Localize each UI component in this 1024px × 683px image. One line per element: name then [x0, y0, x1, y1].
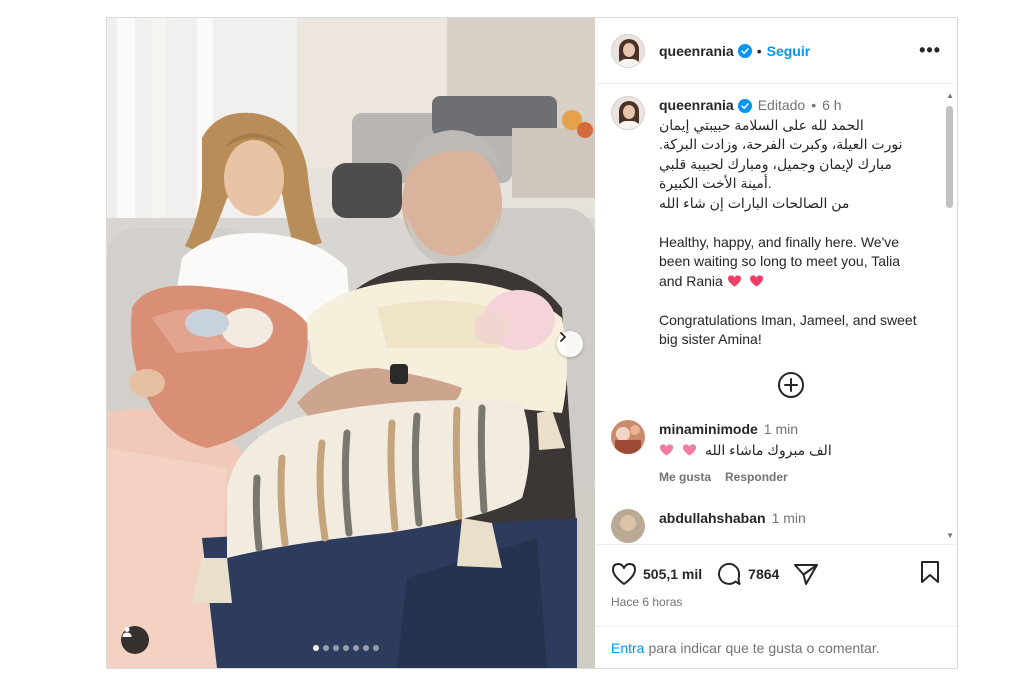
- caption-line: نورت العيلة، وكبرت الفرحة، وزادت البركة.: [659, 136, 903, 152]
- comment-text-row: الف مبروك ماشاء الله: [659, 441, 832, 460]
- carousel-dot[interactable]: [333, 645, 339, 651]
- load-more-comments-button[interactable]: [778, 371, 804, 398]
- caption-author-username[interactable]: queenrania: [659, 96, 734, 116]
- caption-line: من الصالحات البارات إن شاء الله: [659, 194, 850, 211]
- login-prompt: Entra para indicar que te gusta o coment…: [595, 626, 957, 668]
- comment-icon: [718, 562, 741, 585]
- add-comments-icon: [784, 377, 798, 392]
- comment-time: 1 min: [771, 509, 806, 526]
- edited-label: Editado: [757, 97, 806, 113]
- author-username[interactable]: queenrania: [659, 43, 734, 59]
- post-photo[interactable]: [107, 18, 595, 668]
- caption-line: الحمد لله على السلامة حبيبتي إيمان: [659, 116, 864, 133]
- like-button[interactable]: [611, 562, 637, 586]
- comments-scrollbar-thumb[interactable]: [946, 106, 953, 208]
- verified-badge-icon: [737, 98, 752, 113]
- comment-button[interactable]: [716, 561, 742, 587]
- comment-item: minaminimode 1 min الف مبروك ماشاء الله M…: [611, 419, 941, 487]
- comments-count[interactable]: 7864: [748, 566, 779, 582]
- caption: queenrania Editado • 6 h الحمد لله على ا…: [611, 96, 941, 350]
- commenter-username[interactable]: minaminimode: [659, 421, 758, 437]
- pink-heart-icon: [727, 274, 741, 287]
- carousel-dot[interactable]: [323, 645, 329, 651]
- carousel-next-button[interactable]: [557, 331, 583, 357]
- comments-scroll-area[interactable]: queenrania Editado • 6 h الحمد لله على ا…: [595, 84, 957, 544]
- comment-reply-button[interactable]: Responder: [725, 468, 788, 487]
- pink-heart-icon: [682, 444, 697, 456]
- commenter-username[interactable]: abdullahshaban: [659, 510, 766, 526]
- bookmark-icon: [921, 560, 939, 583]
- next-chevron-icon: [560, 332, 566, 342]
- carousel-dot[interactable]: [313, 645, 319, 651]
- post-timestamp[interactable]: Hace 6 horas: [611, 595, 941, 609]
- caption-english-paragraph: Healthy, happy, and finally here. We've …: [659, 233, 919, 292]
- share-button[interactable]: [793, 562, 819, 586]
- caption-text: Congratulations Iman, Jameel, and sweet …: [659, 311, 917, 348]
- author-avatar[interactable]: [611, 33, 645, 68]
- pink-heart-icon: [749, 274, 763, 287]
- caption-line: مبارك لإيمان وجميل، ومبارك لحبيبة قلبي: [659, 155, 892, 172]
- save-button[interactable]: [919, 560, 941, 589]
- instagram-post: queenrania • Seguir ••• queenrania Edita…: [106, 17, 958, 669]
- follow-button[interactable]: Seguir: [767, 43, 811, 59]
- more-options-icon[interactable]: •••: [919, 40, 941, 61]
- post-header: queenrania • Seguir •••: [595, 18, 957, 84]
- caption-line: .أمينة الأخت الكبيرة: [659, 175, 772, 191]
- login-prompt-text: para indicar que te gusta o comentar.: [648, 639, 880, 656]
- carousel-dot[interactable]: [343, 645, 349, 651]
- header-separator: •: [756, 42, 762, 59]
- post-side-panel: queenrania • Seguir ••• queenrania Edita…: [595, 18, 957, 668]
- user-tags-button[interactable]: [121, 626, 149, 654]
- comment-like-button[interactable]: Me gusta: [659, 468, 711, 487]
- photo-illustration: [107, 18, 595, 668]
- carousel-dot[interactable]: [353, 645, 359, 651]
- caption-separator: •: [811, 97, 817, 113]
- user-tag-icon: [122, 627, 132, 637]
- carousel-dot[interactable]: [363, 645, 369, 651]
- scroll-down-arrow-icon[interactable]: ▼: [946, 531, 954, 540]
- pink-heart-icon: [659, 444, 674, 456]
- caption-arabic-text: الحمد لله على السلامة حبيبتي إيمان نورت …: [659, 116, 919, 214]
- scroll-up-arrow-icon[interactable]: ▲: [946, 91, 954, 100]
- share-icon: [794, 564, 819, 585]
- comment-text: الف مبروك ماشاء الله: [705, 441, 832, 458]
- caption-text: Healthy, happy, and finally here. We've …: [659, 233, 901, 289]
- caption-time[interactable]: 6 h: [822, 96, 841, 116]
- comment-time: 1 min: [763, 420, 799, 437]
- heart-icon: [612, 563, 636, 585]
- carousel-indicator: [313, 645, 379, 651]
- verified-badge-icon: [737, 43, 752, 58]
- likes-count[interactable]: 505,1 mil: [643, 566, 702, 582]
- comment-item: abdullahshaban 1 min: [611, 508, 941, 543]
- carousel-dot[interactable]: [373, 645, 379, 651]
- commenter-avatar[interactable]: [611, 419, 645, 454]
- caption-author-avatar[interactable]: [611, 96, 645, 130]
- login-link[interactable]: Entra: [611, 640, 644, 656]
- commenter-avatar[interactable]: [611, 508, 645, 543]
